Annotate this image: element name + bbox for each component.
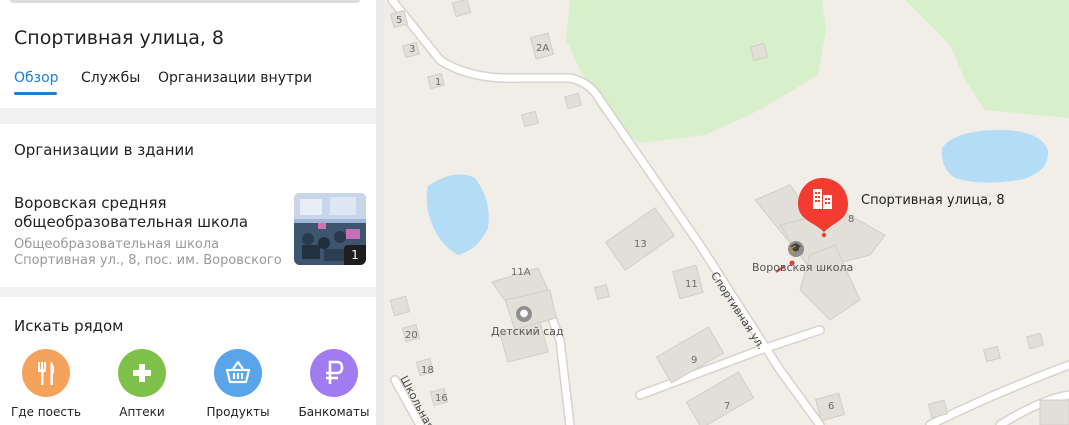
drag-handle[interactable] xyxy=(10,0,360,3)
house-number: 11А xyxy=(511,267,531,278)
pin-title[interactable]: Спортивная улица, 8 xyxy=(861,193,1005,208)
organization-name[interactable]: Воровская средняя общеобразовательная шк… xyxy=(14,194,284,232)
house-number: 16 xyxy=(435,393,448,404)
active-tab-indicator xyxy=(14,92,57,95)
sidebar-scrollbar[interactable] xyxy=(376,0,384,425)
tab-overview[interactable]: Обзор xyxy=(14,70,59,86)
organization-category: Общеобразовательная школа xyxy=(14,237,220,252)
house-number: 5 xyxy=(396,15,403,26)
nearby-food-button[interactable]: Где поесть xyxy=(1,349,91,425)
nearby-label: Аптеки xyxy=(119,405,165,419)
house-number: 9 xyxy=(691,355,698,366)
poi-label-school[interactable]: Воровская школа xyxy=(752,262,853,273)
house-number: 18 xyxy=(421,365,434,376)
plus-icon xyxy=(118,349,166,397)
ruble-icon xyxy=(310,349,358,397)
school-icon[interactable]: 🎓 xyxy=(788,241,804,257)
photo-count-badge: 1 xyxy=(344,245,366,265)
kindergarten-icon[interactable]: ● xyxy=(516,306,532,322)
house-number: 13 xyxy=(634,239,647,250)
house-number: 6 xyxy=(828,401,835,412)
nearby-pharmacy-button[interactable]: Аптеки xyxy=(97,349,187,425)
organization-address: Спортивная ул., 8, пос. им. Воровского xyxy=(14,253,282,268)
nearby-groceries-button[interactable]: Продукты xyxy=(193,349,283,425)
tab-services[interactable]: Службы xyxy=(81,70,140,86)
basket-icon xyxy=(214,349,262,397)
section-heading: Искать рядом xyxy=(14,317,124,335)
house-number: 3 xyxy=(409,44,416,55)
page-title: Спортивная улица, 8 xyxy=(14,27,225,49)
section-heading: Организации в здании xyxy=(14,141,195,159)
house-number: 20 xyxy=(405,330,418,341)
poi-label-kindergarten[interactable]: Детский сад xyxy=(491,326,564,337)
tab-organizations-inside[interactable]: Организации внутри xyxy=(158,70,312,86)
house-number: 8 xyxy=(848,214,855,225)
organizations-card: Организации в здании Воровская средняя о… xyxy=(0,124,376,287)
nearby-label: Где поесть xyxy=(10,405,82,419)
nearby-card: Искать рядом Где поесть Аптеки Продукты … xyxy=(0,297,376,425)
organization-photo[interactable]: 1 xyxy=(294,193,366,265)
house-number: 1 xyxy=(435,77,442,88)
house-number: 7 xyxy=(724,401,731,412)
fork-knife-icon xyxy=(22,349,70,397)
header-card: Спортивная улица, 8 Обзор Службы Организ… xyxy=(0,0,376,108)
nearby-label: Продукты xyxy=(206,405,270,419)
nearby-atm-button[interactable]: Банкоматы xyxy=(289,349,379,425)
sidebar-panel: Спортивная улица, 8 Обзор Службы Организ… xyxy=(0,0,376,425)
nearby-label: Банкоматы xyxy=(298,405,370,419)
house-number: 2А xyxy=(536,43,550,54)
house-number: 11 xyxy=(685,279,698,290)
